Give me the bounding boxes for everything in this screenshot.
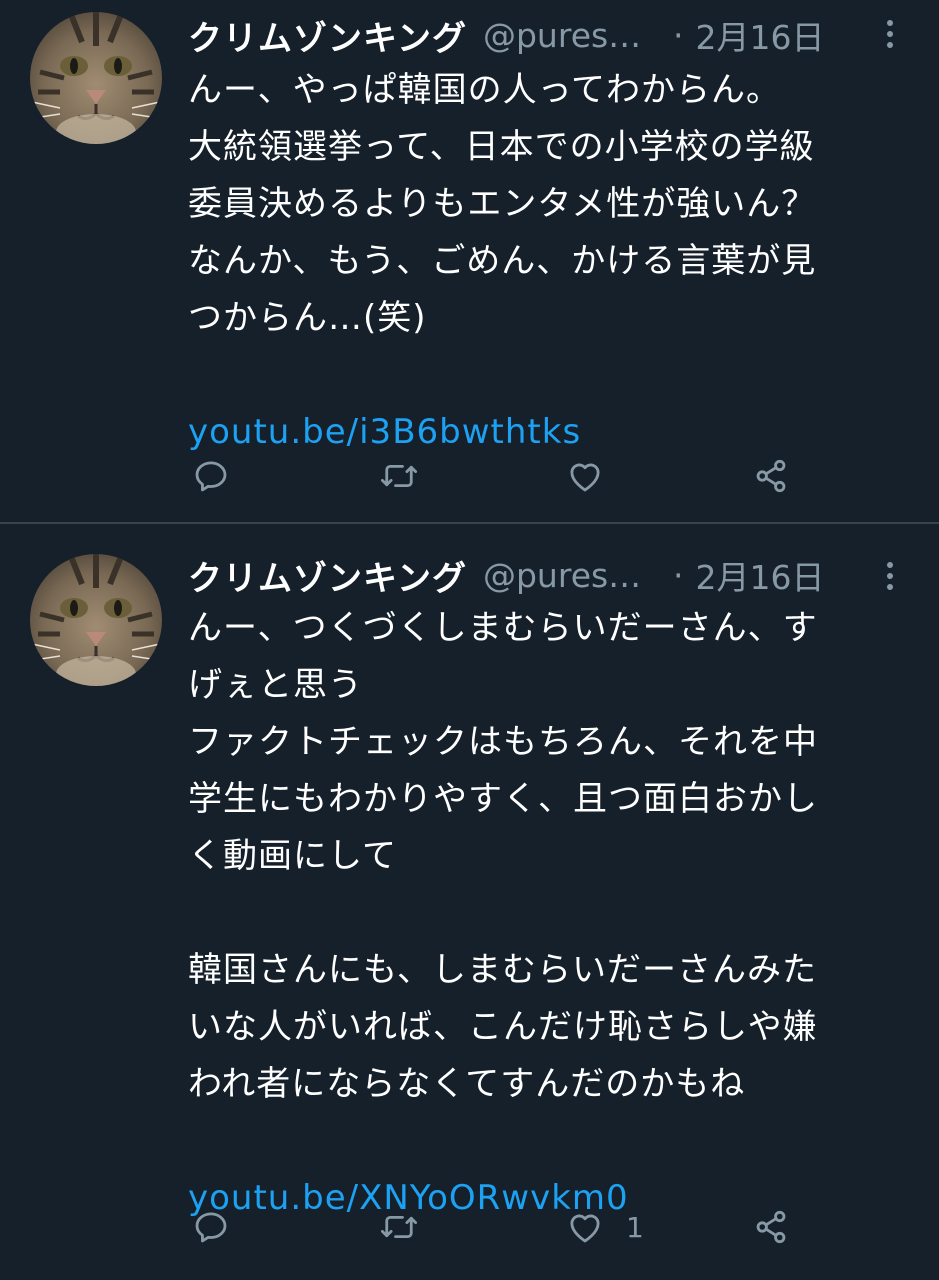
separator-dot: · <box>672 555 684 595</box>
user-handle[interactable]: @pures… <box>483 16 651 55</box>
avatar[interactable] <box>30 12 162 144</box>
display-name[interactable]: クリムゾンキング <box>188 11 467 60</box>
share-icon <box>756 459 786 493</box>
tabby-cat-avatar-image <box>30 12 162 144</box>
tweet-actions: 1 <box>188 1202 808 1252</box>
tweet-text-line: つからん…(笑) <box>188 298 427 338</box>
like-icon <box>570 1214 600 1243</box>
reply-icon <box>195 461 227 492</box>
share-button[interactable] <box>750 451 792 501</box>
tweet-text-line: 韓国さんにも、しまむらいだーさんみた <box>188 950 817 990</box>
tweet[interactable]: クリムゾンキング @pures… · 2月16日 んー、つくづくしまむらいだーさ… <box>0 522 939 1280</box>
tweet-date[interactable]: 2月16日 <box>695 551 824 599</box>
tweet-text: んー、つくづくしまむらいだーさん、す げぇと思う ファクトチェックはもちろん、そ… <box>188 600 888 1227</box>
tweet-text: んー、やっぱ韓国の人ってわからん。 大統領選挙って、日本での小学校の学級 委員決… <box>188 62 888 461</box>
more-options-icon[interactable] <box>880 14 900 54</box>
tweet-text-line: いな人がいれば、こんだけ恥さらしや嫌 <box>188 1007 818 1047</box>
reply-button[interactable] <box>190 451 232 501</box>
like-icon <box>570 463 600 492</box>
separator-dot: · <box>672 15 684 55</box>
like-count: 1 <box>626 1210 644 1244</box>
reply-icon <box>195 1212 227 1243</box>
tweet-text-line: なんか、もう、ごめん、かける言葉が見 <box>188 241 817 281</box>
tweet-text-line: んー、やっぱ韓国の人ってわからん。 <box>188 70 781 110</box>
tweet-text-line: ファクトチェックはもちろん、それを中 <box>188 722 818 762</box>
avatar[interactable] <box>30 554 162 686</box>
tweet-date[interactable]: 2月16日 <box>695 11 824 59</box>
tweet-text-line <box>188 885 888 942</box>
tweet-text-line: 学生にもわかりやすく、且つ面白おかし <box>188 779 818 819</box>
retweet-button[interactable] <box>378 1202 420 1252</box>
retweet-icon <box>380 1215 418 1239</box>
tweet-text-line: げぇと思う <box>188 665 363 705</box>
tweet-text-line: く動画にして <box>188 836 397 876</box>
tweet-text-line: われ者にならなくてすんだのかもね <box>188 1064 746 1104</box>
tweet-actions <box>188 451 808 501</box>
tweet-text-line: 委員決めるよりもエンタメ性が強いん？ <box>188 184 817 224</box>
tweet-text-line: んー、つくづくしまむらいだーさん、す <box>188 608 818 648</box>
retweet-icon <box>380 464 418 488</box>
tweet-header: クリムゾンキング @pures… · 2月16日 <box>188 551 908 600</box>
like-button[interactable]: 1 <box>564 1202 644 1252</box>
retweet-button[interactable] <box>378 451 420 501</box>
display-name[interactable]: クリムゾンキング <box>188 551 467 600</box>
tabby-cat-avatar-image <box>30 554 162 686</box>
reply-button[interactable] <box>190 1202 232 1252</box>
tweet[interactable]: クリムゾンキング @pures… · 2月16日 んー、やっぱ韓国の人ってわから… <box>0 0 939 522</box>
share-button[interactable] <box>750 1202 792 1252</box>
user-handle[interactable]: @pures… <box>483 556 651 595</box>
like-button[interactable] <box>564 451 626 501</box>
tweet-text-line: 大統領選挙って、日本での小学校の学級 <box>188 127 815 167</box>
share-icon <box>756 1210 786 1244</box>
more-options-icon[interactable] <box>880 556 900 596</box>
tweet-header: クリムゾンキング @pures… · 2月16日 <box>188 11 908 60</box>
